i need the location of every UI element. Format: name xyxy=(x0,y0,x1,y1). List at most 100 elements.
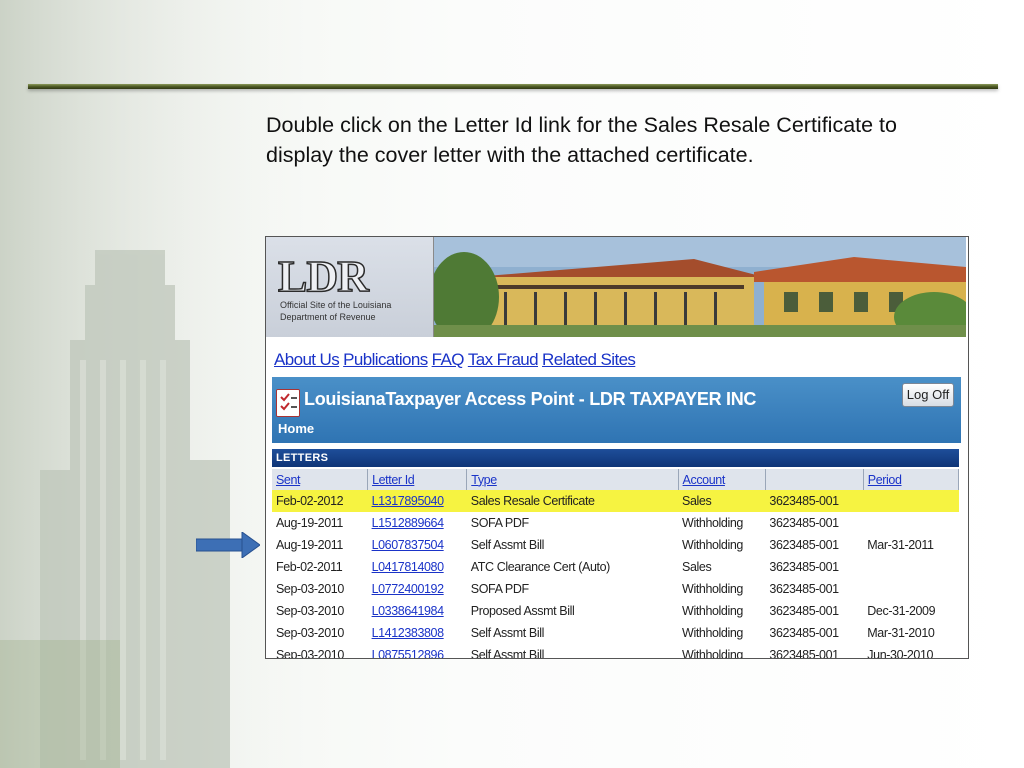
cell-type-text: SOFA PDF xyxy=(470,582,529,596)
cell-account: Withholding xyxy=(678,578,765,600)
cell-type-text: SOFA PDF xyxy=(470,516,529,530)
cell-account: Sales xyxy=(678,556,765,578)
cell-period: Dec-31-2009 xyxy=(863,600,958,622)
cell-account-number: 3623485-001 xyxy=(765,600,863,622)
banner-photo xyxy=(434,237,966,337)
cell-type: SOFA PDF xyxy=(467,512,678,534)
letter-id-link[interactable]: L0875512896 xyxy=(372,648,444,658)
letter-id-link[interactable]: L1512889664 xyxy=(372,516,444,530)
table-row: Sep-03-2010 L0772400192 SOFA PDF Withholdin… xyxy=(272,578,959,600)
cell-type-text: ATC Clearance Cert (Auto) xyxy=(470,560,611,574)
cell-letter-id: L0607837504 xyxy=(368,534,467,556)
cell-account: Withholding xyxy=(678,600,765,622)
cell-period: Jun-30-2010 xyxy=(863,644,958,659)
letters-section-header: LETTERS xyxy=(272,449,959,467)
cell-letter-id: L1317895040 xyxy=(367,490,467,512)
cell-sent-text: Sep-03-2010 xyxy=(276,626,344,640)
cell-letter-id: L0772400192 xyxy=(368,578,467,600)
cell-account: Withholding xyxy=(678,644,765,659)
cell-type: Proposed Assmt Bill xyxy=(467,600,678,622)
cell-period: Mar-31-2011 xyxy=(863,534,958,556)
letters-table: Sent Letter Id Type Account Period Feb-0… xyxy=(272,469,960,659)
cell-sent: Feb-02-2011 xyxy=(272,556,368,578)
cell-account-number: 3623485-001 xyxy=(765,556,863,578)
cell-account-number: 3623485-001 xyxy=(765,644,863,658)
cell-type: Sales Resale Certificate xyxy=(466,490,679,512)
cell-account-number-text: 3623485-001 xyxy=(769,494,839,508)
app-title: LouisianaTaxpayer Access Point - LDR TAX… xyxy=(304,389,757,409)
cell-sent-text: Feb-02-2011 xyxy=(276,560,343,574)
cell-period-text: Dec-31-2009 xyxy=(867,604,936,618)
cell-account-text: Withholding xyxy=(682,516,743,530)
cell-account-number-text: 3623485-001 xyxy=(769,604,839,618)
cell-account: Withholding xyxy=(678,622,765,644)
log-off-button[interactable]: Log Off xyxy=(902,383,954,407)
background-building-image xyxy=(0,0,300,768)
column-header-letter-id[interactable]: Letter Id xyxy=(367,469,468,490)
nav-link-faq[interactable]: FAQ xyxy=(432,350,465,369)
cell-account: Withholding xyxy=(678,534,765,556)
cell-sent: Feb-02-2012 xyxy=(272,490,368,512)
cell-letter-id: L1512889664 xyxy=(368,512,467,534)
letter-id-link[interactable]: L0772400192 xyxy=(372,582,444,596)
table-row: Aug-19-2011 L1512889664 SOFA PDF Withholdin… xyxy=(272,512,959,534)
letter-id-link[interactable]: L1317895040 xyxy=(372,494,444,508)
letter-id-link[interactable]: L0338641984 xyxy=(372,604,444,618)
home-link[interactable]: Home xyxy=(278,421,314,436)
cell-type-text: Sales Resale Certificate xyxy=(470,494,595,508)
cell-account-number-text: 3623485-001 xyxy=(769,626,839,640)
cell-letter-id: L1412383808 xyxy=(368,622,467,644)
cell-account-number-text: 3623485-001 xyxy=(769,516,839,530)
table-row: Sep-03-2010 L1412383808 Self Assmt Bill Wit… xyxy=(272,622,959,644)
cell-period-text: Jun-30-2010 xyxy=(867,648,934,659)
cell-account-text: Withholding xyxy=(682,604,743,618)
cell-type: Self Assmt Bill xyxy=(467,534,678,556)
cell-sent: Sep-03-2010 xyxy=(272,578,368,600)
cell-type: ATC Clearance Cert (Auto) xyxy=(467,556,678,578)
cell-period xyxy=(863,578,958,600)
cell-account-number: 3623485-001 xyxy=(765,512,863,534)
top-divider-line xyxy=(28,84,998,89)
letter-id-link[interactable]: L1412383808 xyxy=(372,626,444,640)
cell-type: Self Assmt Bill xyxy=(467,644,678,658)
table-row: Sep-03-2010 L0338641984 Proposed Assmt Bil… xyxy=(272,600,959,622)
logo-text: LDR xyxy=(277,251,369,302)
column-header-type[interactable]: Type xyxy=(466,469,679,490)
letter-id-link[interactable]: L0417814080 xyxy=(372,560,444,574)
cell-letter-id: L0417814080 xyxy=(368,556,467,578)
instruction-text: Double click on the Letter Id link for t… xyxy=(266,113,897,167)
cell-account-number-text: 3623485-001 xyxy=(769,560,839,574)
column-header-period[interactable]: Period xyxy=(863,469,960,490)
cell-account-number: 3623485-001 xyxy=(765,622,863,644)
nav-link-publications[interactable]: Publications xyxy=(343,350,428,369)
column-header-sent[interactable]: Sent xyxy=(272,469,369,490)
cell-type-text: Self Assmt Bill xyxy=(470,538,545,552)
checklist-icon xyxy=(276,389,300,417)
cell-letter-id: L0338641984 xyxy=(368,600,467,622)
cell-sent-text: Sep-03-2010 xyxy=(276,648,344,659)
nav-link-about-us[interactable]: About Us xyxy=(274,350,340,369)
cell-account: Withholding xyxy=(678,512,765,534)
top-nav: About Us Publications FAQ Tax Fraud Related … xyxy=(274,350,639,370)
table-row: Feb-02-2012 L1317895040 Sales Resale Certi… xyxy=(272,490,959,512)
nav-link-tax-fraud[interactable]: Tax Fraud xyxy=(468,350,539,369)
cell-account: Sales xyxy=(678,490,766,512)
table-row: Sep-03-2010 L0875512896 Self Assmt Bill Wit… xyxy=(272,644,959,659)
cell-type-text: Self Assmt Bill xyxy=(470,626,545,640)
cell-account-text: Withholding xyxy=(682,582,743,596)
ldr-logo: LDR Official Site of the Louisiana Depar… xyxy=(266,237,434,337)
cell-period xyxy=(863,490,959,512)
cell-account-text: Sales xyxy=(682,494,712,508)
cell-sent: Sep-03-2010 xyxy=(272,622,368,644)
cell-period: Mar-31-2010 xyxy=(863,622,958,644)
site-banner: LDR Official Site of the Louisiana Depar… xyxy=(266,237,966,337)
cell-sent-text: Feb-02-2012 xyxy=(276,494,344,508)
cell-account-number: 3623485-001 xyxy=(765,578,863,600)
nav-link-related-sites[interactable]: Related Sites xyxy=(542,350,636,369)
cell-account-number-text: 3623485-001 xyxy=(769,538,839,552)
letter-id-link[interactable]: L0607837504 xyxy=(372,538,444,552)
cell-account-text: Withholding xyxy=(682,626,743,640)
cell-account-text: Withholding xyxy=(682,648,743,659)
column-header-account[interactable]: Account xyxy=(678,469,766,490)
cell-sent: Aug-19-2011 xyxy=(272,534,368,556)
